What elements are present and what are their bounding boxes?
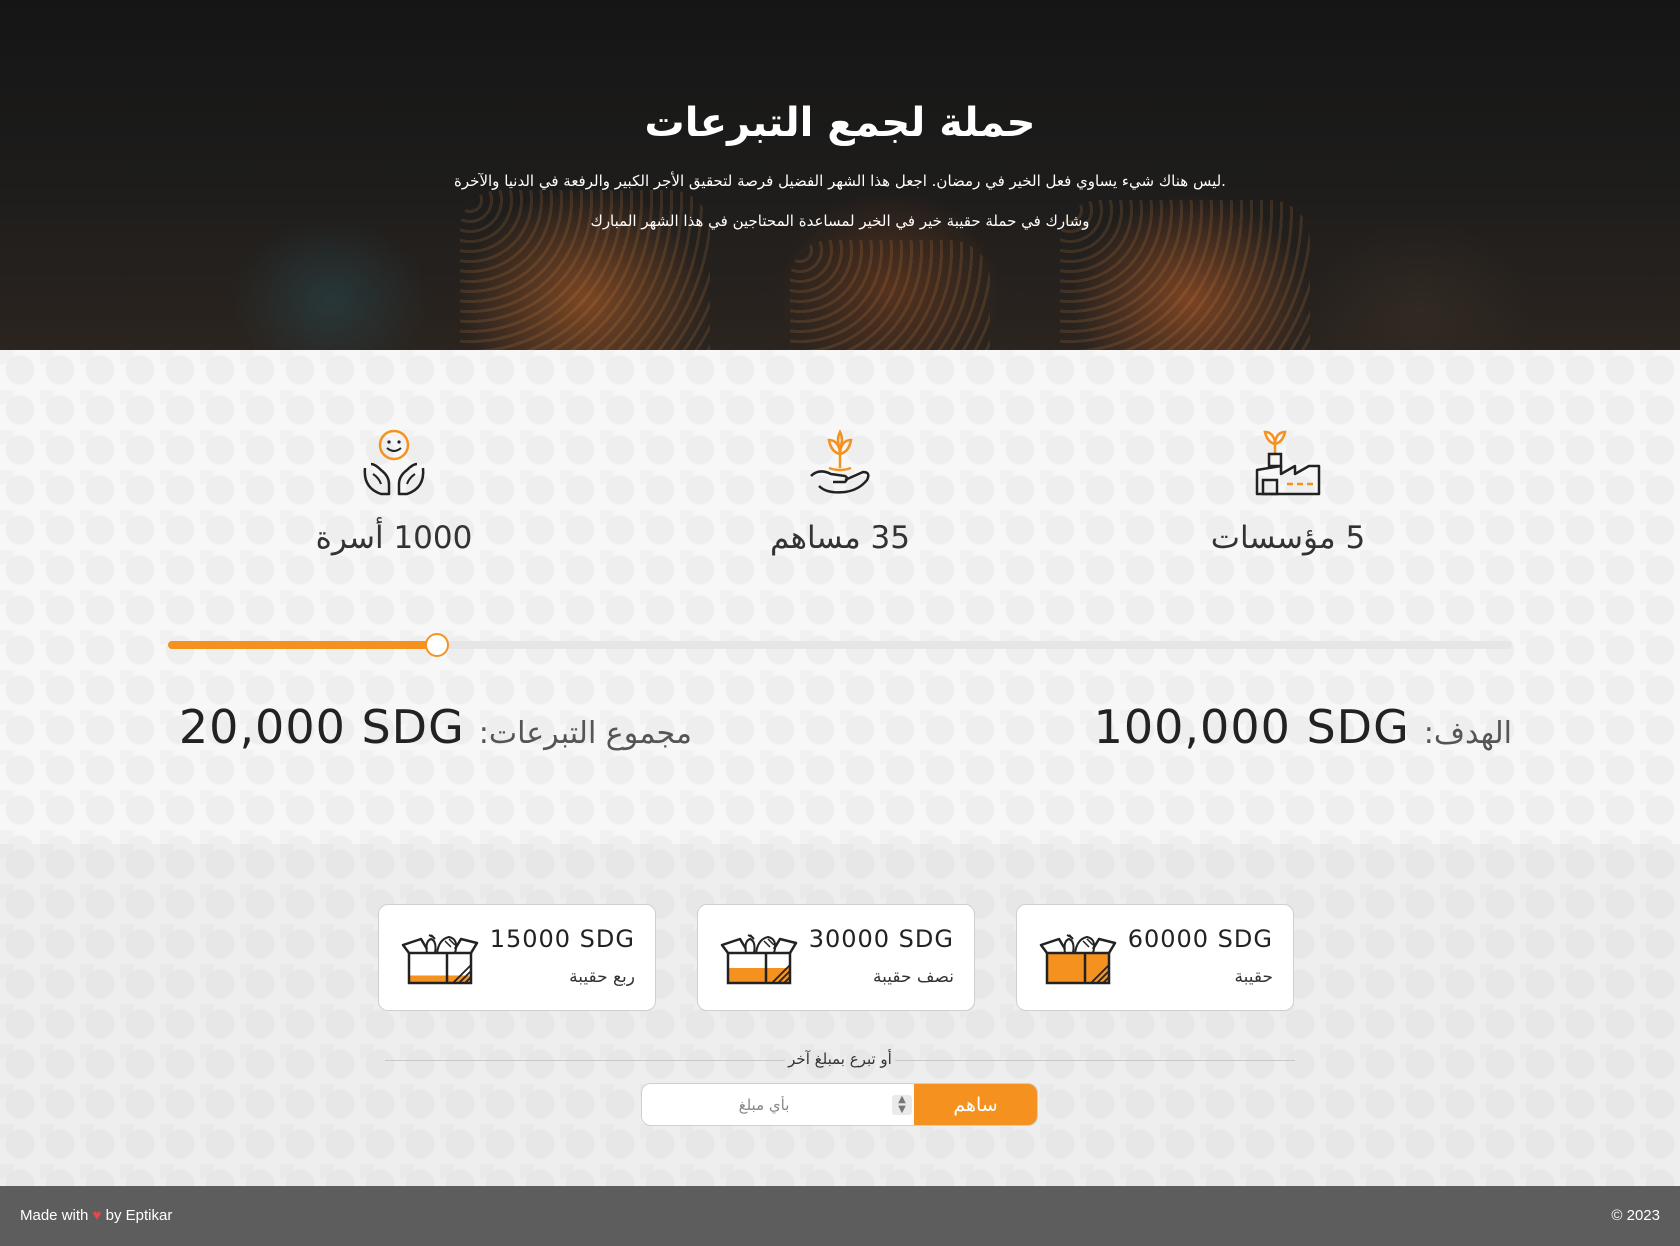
stat-families: 1000 أسرة <box>264 428 524 556</box>
copyright: © 2023 <box>1611 1207 1660 1224</box>
progress-fill <box>168 641 437 649</box>
donate-button[interactable]: ساهم <box>914 1084 1037 1125</box>
amount-input-wrap: ▲▼ <box>642 1084 914 1125</box>
total-label: مجموع التبرعات: <box>478 716 692 751</box>
hero-description-line-2: وشارك في حملة حقيبة خير في الخير لمساعدة… <box>590 212 1090 230</box>
number-spinner[interactable]: ▲ ▼ <box>892 1095 912 1115</box>
goal-amount: 100,000 SDG الهدف: <box>1094 700 1512 754</box>
factory-plant-icon <box>1255 430 1321 496</box>
divider-text: أو تبرع بمبلغ آخر <box>788 1050 892 1068</box>
total-donations: 20,000 SDG مجموع التبرعات: <box>179 700 692 754</box>
package-card-full[interactable]: 60000 SDG حقيبة <box>1016 904 1294 1011</box>
food-box-icon <box>1039 934 1117 985</box>
stats-section: 1000 أسرة 35 مساهم 5 مؤسسات 100,000 SDG … <box>0 350 1680 844</box>
package-card-half[interactable]: 30000 SDG نصف حقيبة <box>697 904 975 1011</box>
package-price: 60000 SDG <box>1127 925 1273 953</box>
lantern-decoration <box>790 240 990 350</box>
stat-institutions: 5 مؤسسات <box>1158 428 1418 556</box>
package-price: 30000 SDG <box>808 925 954 953</box>
stat-value: 35 مساهم <box>770 520 910 556</box>
stat-contributors: 35 مساهم <box>710 428 970 556</box>
custom-donation-form: ▲▼ ساهم <box>641 1083 1038 1126</box>
goal-label: الهدف: <box>1423 716 1512 751</box>
package-label: ربع حقيبة <box>569 967 635 987</box>
package-card-quarter[interactable]: 15000 SDG ربع حقيبة <box>378 904 656 1011</box>
stat-value: 5 مؤسسات <box>1210 520 1366 556</box>
progress-knob[interactable] <box>424 633 449 657</box>
goal-value: 100,000 SDG <box>1093 700 1410 754</box>
footer: Made with ♥ by Eptikar © 2023 <box>0 1186 1680 1246</box>
author-link[interactable]: by Eptikar <box>106 1207 173 1224</box>
total-value: 20,000 SDG <box>178 700 465 754</box>
donation-progress-bar <box>168 633 1512 657</box>
packages-section: 60000 SDG حقيبة 30000 SDG نصف حقيبة 1500… <box>0 844 1680 1186</box>
hands-smile-icon <box>363 429 425 496</box>
hero-title: حملة لجمع التبرعات <box>644 100 1036 146</box>
food-box-icon <box>401 934 479 985</box>
package-price: 15000 SDG <box>489 925 635 953</box>
footer-credit: Made with ♥ by Eptikar <box>20 1207 172 1224</box>
hand-plant-icon <box>810 429 870 494</box>
stat-value: 1000 أسرة <box>315 520 473 556</box>
package-label: حقيبة <box>1234 967 1273 987</box>
hero-description-line-1: ليس هناك شيء يساوي فعل الخير في رمضان. ا… <box>454 172 1226 190</box>
package-label: نصف حقيبة <box>873 967 954 987</box>
heart-icon: ♥ <box>92 1207 102 1224</box>
hero-banner: حملة لجمع التبرعات ليس هناك شيء يساوي فع… <box>0 0 1680 350</box>
made-with-text: Made with <box>20 1207 89 1224</box>
food-box-icon <box>720 934 798 985</box>
other-amount-divider: أو تبرع بمبلغ آخر <box>385 1050 1295 1070</box>
amount-input[interactable] <box>642 1084 914 1125</box>
